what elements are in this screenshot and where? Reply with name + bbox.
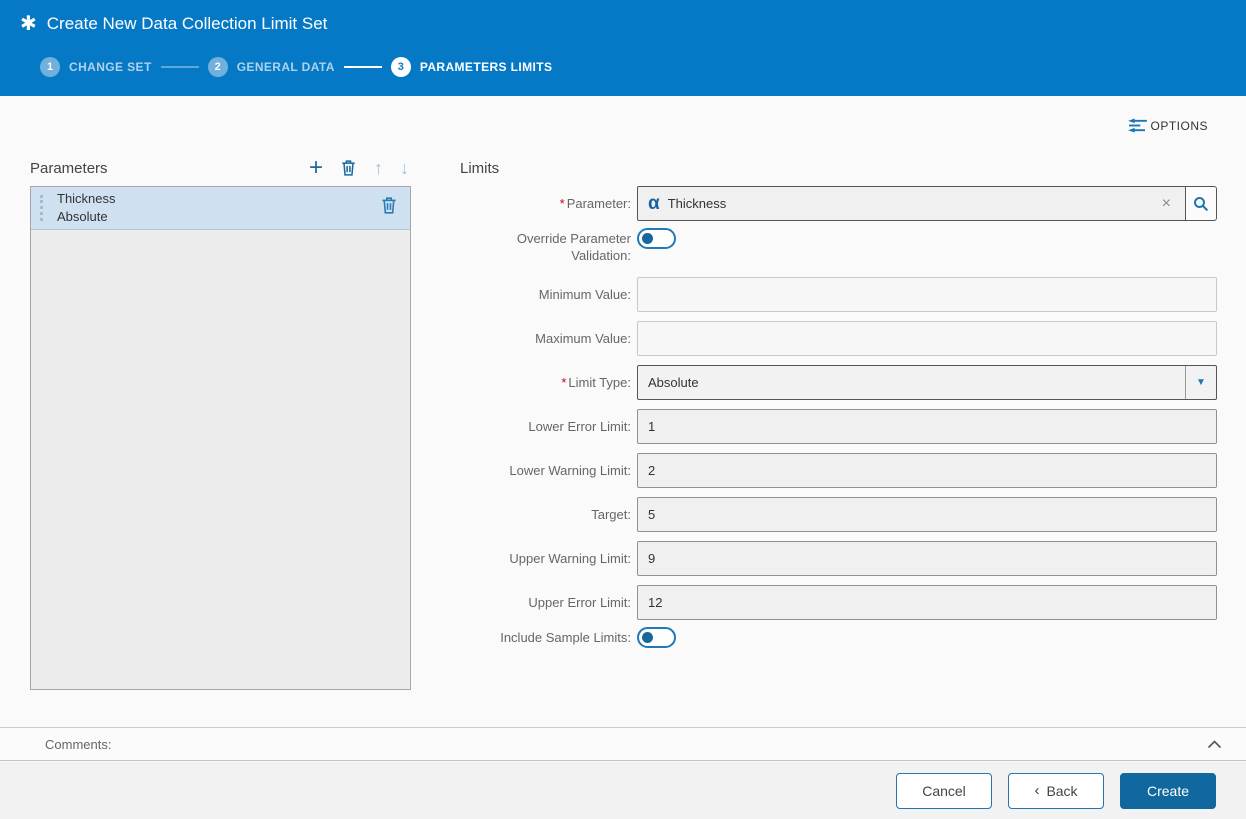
limit-type-value: Absolute [638,375,1185,390]
include-sample-limits-toggle[interactable] [637,627,676,648]
override-validation-toggle[interactable] [637,228,676,249]
asterisk-icon: ✱ [20,13,37,35]
lower-warning-limit-label: Lower Warning Limit: [460,462,637,479]
chevron-left-icon: ‹ [1034,784,1039,798]
chevron-up-icon [1207,740,1222,749]
delete-item-button[interactable] [380,196,398,220]
limit-type-dropdown[interactable]: Absolute ▼ [637,365,1217,400]
step-number: 3 [391,57,411,77]
parameter-search-button[interactable] [1186,186,1217,221]
toggle-knob-icon [642,233,653,244]
parameter-label: *Parameter: [460,195,637,212]
maximum-value-input[interactable] [637,321,1217,356]
step-number: 2 [208,57,228,77]
step-parameters-limits[interactable]: 3 PARAMETERS LIMITS [391,57,553,77]
form-row-limit-type: *Limit Type: Absolute ▼ [460,365,1217,400]
chevron-down-icon[interactable]: ▼ [1185,366,1216,399]
form-row-target: Target: [460,497,1217,532]
page-title: Create New Data Collection Limit Set [47,14,328,34]
trash-icon [380,196,398,215]
upper-warning-limit-input[interactable] [637,541,1217,576]
drag-handle-icon[interactable] [40,195,43,221]
limits-title: Limits [460,150,1217,186]
dialog-footer: Cancel ‹Back Create [0,762,1246,819]
back-button[interactable]: ‹Back [1008,773,1104,809]
include-sample-limits-label: Include Sample Limits: [460,629,637,646]
lower-warning-limit-input[interactable] [637,453,1217,488]
step-label: CHANGE SET [69,60,152,74]
parameters-list: Thickness Absolute [30,186,411,690]
step-general-data[interactable]: 2 GENERAL DATA [208,57,335,77]
options-label: OPTIONS [1150,119,1208,133]
parameters-panel: Parameters + ↑ ↓ Thickness Absolute [30,150,411,690]
parameter-list-item[interactable]: Thickness Absolute [31,187,410,230]
add-parameter-button[interactable]: + [309,158,323,178]
delete-parameter-button[interactable] [340,159,357,177]
target-input[interactable] [637,497,1217,532]
step-connector [344,66,382,68]
parameters-panel-title: Parameters [30,160,108,177]
limits-section: Limits *Parameter: α Thickness × Overrid… [460,150,1217,661]
form-row-minimum-value: Minimum Value: [460,277,1217,312]
form-row-parameter: *Parameter: α Thickness × [460,186,1217,221]
comments-label: Comments: [45,737,111,752]
minimum-value-label: Minimum Value: [460,286,637,303]
form-row-lower-error-limit: Lower Error Limit: [460,409,1217,444]
parameter-item-name: Thickness [57,190,116,208]
trash-icon [340,159,357,177]
parameter-lookup-field[interactable]: α Thickness × [637,186,1186,221]
parameter-value: Thickness [668,196,1158,211]
override-validation-label: Override Parameter Validation: [460,230,637,264]
form-row-override-validation: Override Parameter Validation: [460,230,1217,264]
form-row-maximum-value: Maximum Value: [460,321,1217,356]
move-up-button[interactable]: ↑ [374,158,383,179]
upper-error-limit-input[interactable] [637,585,1217,620]
required-marker: * [561,375,566,390]
search-icon [1192,195,1210,213]
required-marker: * [560,196,565,211]
options-sliders-icon [1128,118,1147,133]
comments-section[interactable]: Comments: [0,727,1246,761]
parameter-item-type: Absolute [57,208,116,226]
cancel-button[interactable]: Cancel [896,773,992,809]
options-button[interactable]: OPTIONS [1128,118,1208,133]
lower-error-limit-label: Lower Error Limit: [460,418,637,435]
create-button[interactable]: Create [1120,773,1216,809]
upper-error-limit-label: Upper Error Limit: [460,594,637,611]
maximum-value-label: Maximum Value: [460,330,637,347]
dialog-header: ✱ Create New Data Collection Limit Set 1… [0,0,1246,96]
form-row-lower-warning-limit: Lower Warning Limit: [460,453,1217,488]
form-row-include-sample-limits: Include Sample Limits: [460,629,1217,648]
lower-error-limit-input[interactable] [637,409,1217,444]
step-label: PARAMETERS LIMITS [420,60,553,74]
step-number: 1 [40,57,60,77]
toggle-knob-icon [642,632,653,643]
upper-warning-limit-label: Upper Warning Limit: [460,550,637,567]
limit-type-label: *Limit Type: [460,374,637,391]
collapse-comments-button[interactable] [1207,740,1222,749]
minimum-value-input[interactable] [637,277,1217,312]
form-row-upper-warning-limit: Upper Warning Limit: [460,541,1217,576]
wizard-steps: 1 CHANGE SET 2 GENERAL DATA 3 PARAMETERS… [40,57,552,77]
form-row-upper-error-limit: Upper Error Limit: [460,585,1217,620]
alpha-type-icon: α [648,194,660,213]
step-connector [161,66,199,68]
step-label: GENERAL DATA [237,60,335,74]
step-change-set[interactable]: 1 CHANGE SET [40,57,152,77]
clear-icon[interactable]: × [1158,195,1175,213]
parameter-item-text: Thickness Absolute [57,190,116,226]
target-label: Target: [460,506,637,523]
move-down-button[interactable]: ↓ [400,158,409,179]
